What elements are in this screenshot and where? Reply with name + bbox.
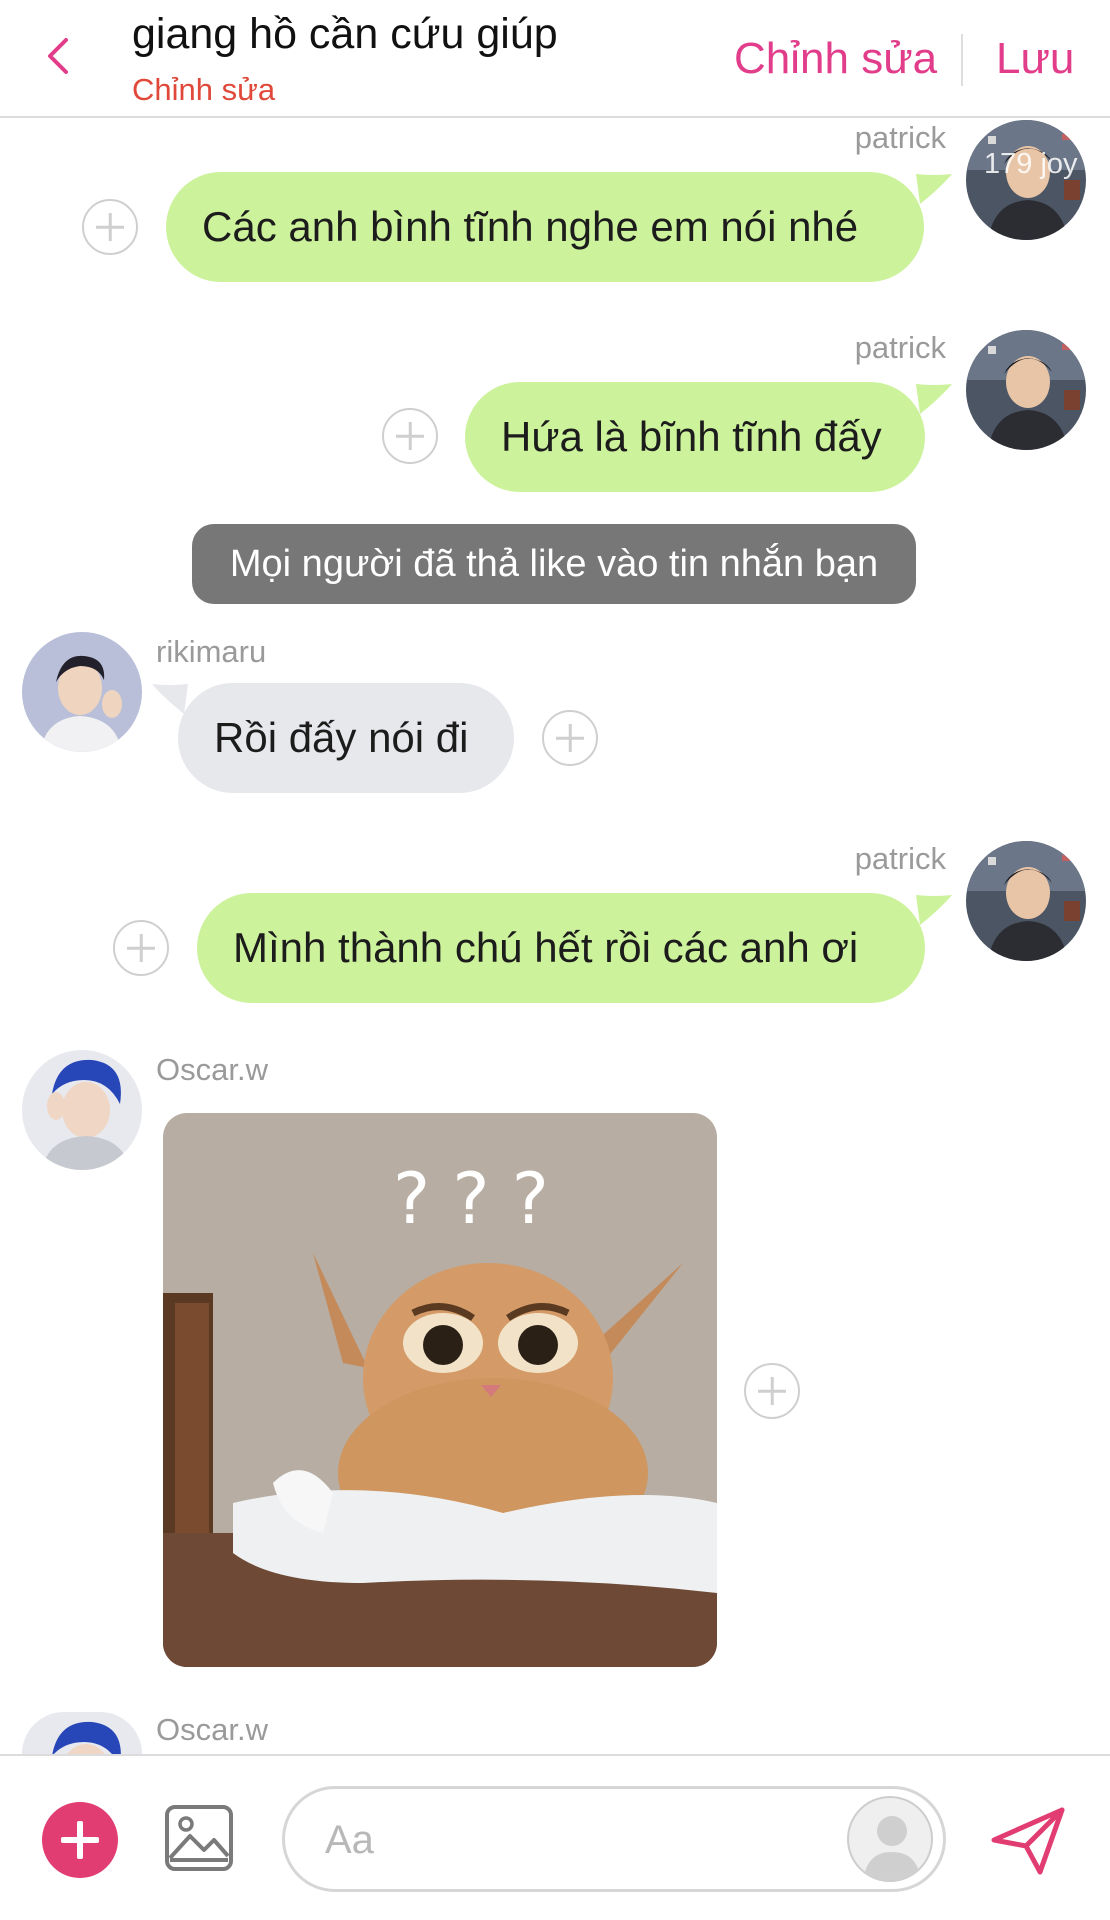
- add-plus-button[interactable]: [42, 1802, 118, 1878]
- avatar-rikimaru[interactable]: [22, 632, 142, 752]
- bubble-tail: [152, 684, 188, 714]
- message-bubble[interactable]: Hứa là bĩnh tĩnh đấy: [465, 382, 925, 492]
- add-reaction-button[interactable]: [382, 408, 438, 464]
- message-bubble[interactable]: Mình thành chú hết rồi các anh ơi: [197, 893, 925, 1003]
- avatar-patrick[interactable]: [966, 330, 1086, 450]
- message-bubble[interactable]: Các anh bình tĩnh nghe em nói nhé: [166, 172, 924, 282]
- sender-name: Oscar.w: [156, 1712, 268, 1747]
- question-marks-text: ? ? ?: [393, 1158, 549, 1240]
- avatar-oscar[interactable]: [22, 1712, 142, 1754]
- chat-header: giang hồ cần cứu giúp Chỉnh sửa Chỉnh sử…: [0, 0, 1110, 118]
- message-image[interactable]: ? ? ?: [163, 1113, 717, 1667]
- cat-meme-image: ? ? ?: [163, 1113, 717, 1667]
- avatar-oscar-image: [22, 1712, 142, 1754]
- add-reaction-button[interactable]: [82, 199, 138, 255]
- sender-name: rikimaru: [156, 634, 267, 669]
- chat-subtitle[interactable]: Chỉnh sửa: [132, 72, 275, 108]
- avatar-rikimaru-image: [22, 632, 142, 752]
- bubble-tail: [916, 895, 952, 925]
- chat-title: giang hồ cần cứu giúp: [132, 10, 558, 58]
- user-silhouette-icon: [863, 1816, 921, 1880]
- send-paper-plane-icon[interactable]: [990, 1806, 1066, 1876]
- bubble-tail: [916, 174, 952, 204]
- sender-name: patrick: [854, 330, 946, 365]
- bubble-tail: [916, 384, 952, 414]
- avatar-overlay-text: 179 joy: [984, 148, 1078, 180]
- sender-name: patrick: [854, 841, 946, 876]
- avatar-oscar-image: [22, 1050, 142, 1170]
- composer-bar: [0, 1754, 1110, 1920]
- message-bubble[interactable]: Rồi đấy nói đi: [178, 683, 514, 793]
- system-notice: Mọi người đã thả like vào tin nhắn bạn: [192, 524, 916, 604]
- add-reaction-button[interactable]: [744, 1363, 800, 1419]
- user-placeholder-icon[interactable]: [847, 1796, 933, 1882]
- save-button[interactable]: Lưu: [996, 34, 1074, 84]
- avatar-patrick-image: [966, 330, 1086, 450]
- header-divider: [961, 34, 963, 86]
- sender-name: Oscar.w: [156, 1052, 268, 1087]
- add-reaction-button[interactable]: [113, 920, 169, 976]
- message-input[interactable]: [325, 1809, 805, 1871]
- sender-name: patrick: [854, 120, 946, 155]
- avatar-patrick-image: [966, 841, 1086, 961]
- back-chevron-icon[interactable]: [40, 36, 80, 76]
- avatar-patrick[interactable]: [966, 841, 1086, 961]
- image-gallery-icon[interactable]: [164, 1804, 234, 1872]
- edit-button[interactable]: Chỉnh sửa: [734, 34, 937, 84]
- avatar-patrick[interactable]: 179 joy: [966, 120, 1086, 240]
- avatar-oscar[interactable]: [22, 1050, 142, 1170]
- add-reaction-button[interactable]: [542, 710, 598, 766]
- message-input-wrapper: [282, 1786, 946, 1892]
